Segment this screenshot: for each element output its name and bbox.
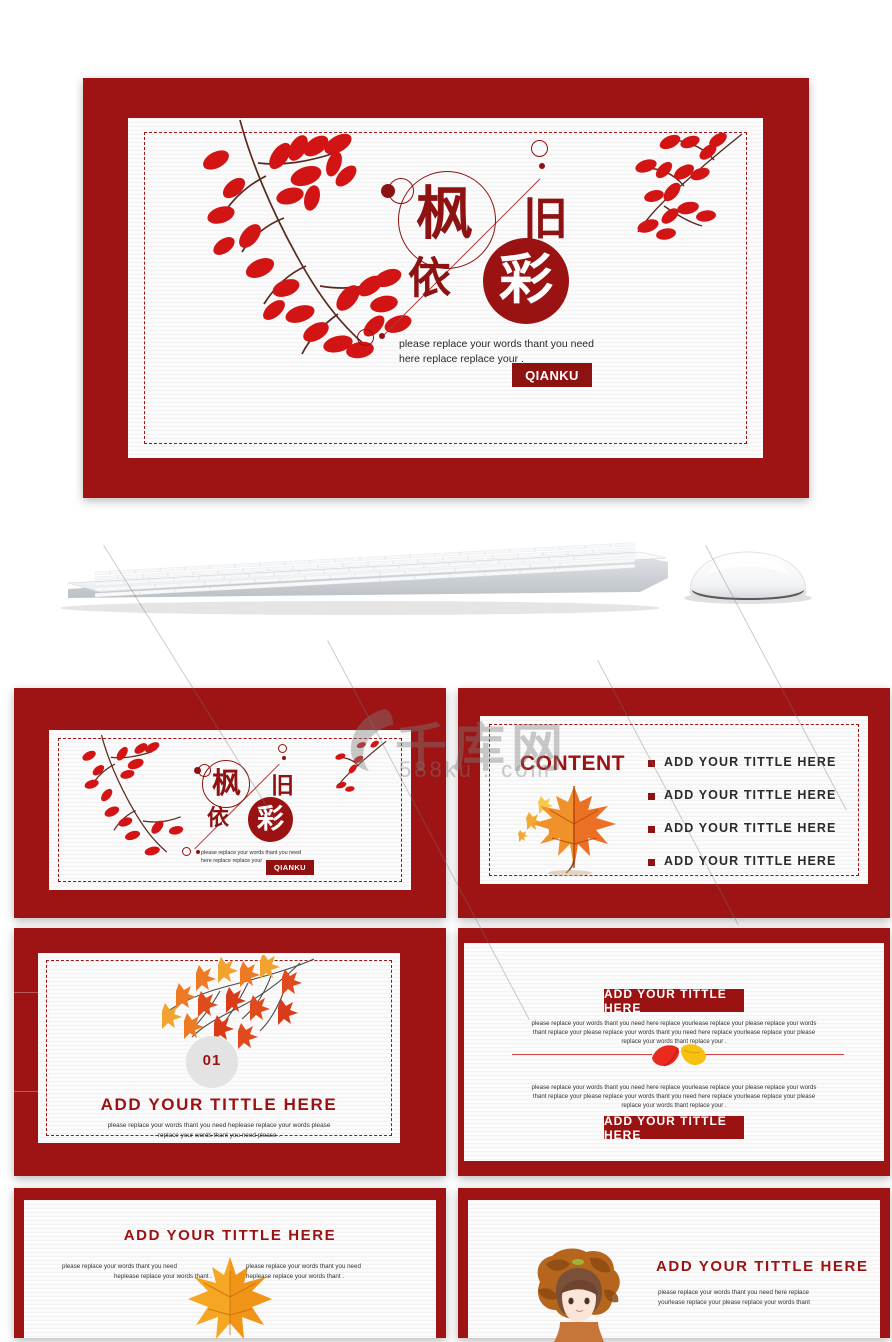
thumb-two-columns-left-line-1: please replace your words thant you need <box>62 1263 177 1270</box>
thumb-two-blocks-paper: ADD YOUR TITTLE HERE please replace your… <box>464 943 884 1161</box>
thumb-title-dot-bottomleft <box>196 850 200 854</box>
hero-slide-paper: 枫 旧 依 彩 please replace your words thant … <box>128 118 763 458</box>
thumb-title-dot-left <box>194 767 201 774</box>
thumbnail-slide-title[interactable]: 枫 旧 依 彩 please replace your words thant … <box>14 688 446 918</box>
hero-hanzi-jiu: 旧 <box>523 192 569 245</box>
thumb-image-right-body-line-1: please replace your words thant you need… <box>658 1289 810 1296</box>
thumb-two-blocks-bottom-line-2: thant replace your please replace your w… <box>532 1093 816 1100</box>
thumbnail-slide-two-blocks[interactable]: ADD YOUR TITTLE HERE please replace your… <box>458 928 890 1176</box>
hero-dot-topright <box>539 163 545 169</box>
thumb-red-leaf-branch-right-icon <box>335 740 387 792</box>
hero-caption-line-1: please replace your words thant you need <box>399 338 594 350</box>
thumb-two-blocks-top-line-2: thant replace your please replace your w… <box>532 1029 816 1036</box>
thumb-two-columns-left-line-2: heplease replace your words thant . <box>113 1273 212 1280</box>
thumb-content-bullet-4 <box>648 859 655 866</box>
thumb-title-caption-line-1: please replace your words thant you need <box>201 850 302 856</box>
hero-caption-line-2: here replace replace your . <box>399 353 524 365</box>
maple-tree-illustration <box>518 786 616 876</box>
thumb-two-columns-title: ADD YOUR TITTLE HERE <box>123 1227 337 1244</box>
thumb-content-item-2[interactable]: ADD YOUR TITTLE HERE <box>664 788 836 802</box>
thumb-section-title: ADD YOUR TITTLE HERE <box>100 1095 338 1114</box>
thumbnail-slide-content[interactable]: CONTENT ADD YOUR TITTLE HERE ADD YOUR TI… <box>458 688 890 918</box>
thumb-title-hanzi-yi: 依 <box>207 806 230 831</box>
thumb-content-bullet-1 <box>648 760 655 767</box>
thumb-two-columns-paper: ADD YOUR TITTLE HERE please replace your… <box>24 1200 436 1339</box>
thumb-two-blocks-pill-top[interactable]: ADD YOUR TITTLE HERE <box>604 987 744 1015</box>
hero-qianku-button[interactable]: QIANKU <box>512 363 592 387</box>
thumb-content-item-1[interactable]: ADD YOUR TITTLE HERE <box>664 755 836 769</box>
thumb-title-dot-topright <box>282 756 286 760</box>
thumbnail-slide-image-right[interactable]: ADD YOUR TITTLE HERE please replace your… <box>458 1188 890 1342</box>
thumb-content-heading: CONTENT <box>520 752 625 775</box>
hero-ring-bottomleft <box>357 329 374 346</box>
keyboard-and-mouse-illustration <box>60 542 812 615</box>
thumb-title-ring-topright <box>278 744 287 753</box>
thumb-two-columns-right-line-1: please replace your words thant you need <box>246 1263 361 1270</box>
thumb-image-right-title: ADD YOUR TITTLE HERE <box>656 1258 869 1275</box>
thumb-title-hanzi-jiu: 旧 <box>271 773 294 799</box>
thumb-content-item-4[interactable]: ADD YOUR TITTLE HERE <box>664 854 836 868</box>
thumb-section-body-line-2: replace your words thant you need please… <box>157 1132 281 1139</box>
girl-with-leaf-hood-illustration <box>537 1248 620 1342</box>
thumb-two-blocks-pill-bottom[interactable]: ADD YOUR TITTLE HERE <box>604 1114 744 1142</box>
thumbnail-slide-two-columns[interactable]: ADD YOUR TITTLE HERE please replace your… <box>14 1188 446 1339</box>
thumb-title-hanzi-cai: 彩 <box>257 804 284 835</box>
hero-dot-left <box>381 184 395 198</box>
thumb-title-hanzi-feng: 枫 <box>212 766 242 800</box>
thumb-two-blocks-top-line-1: please replace your words thant you need… <box>531 1020 817 1027</box>
thumb-two-blocks-divider-right <box>704 1054 844 1056</box>
thumb-two-blocks-bottom-line-1: please replace your words thant you need… <box>531 1084 817 1091</box>
thumb-two-blocks-divider-left <box>512 1054 652 1056</box>
hero-hanzi-feng: 枫 <box>416 181 473 247</box>
thumb-title-ring-bottomleft <box>182 847 191 856</box>
thumb-content-paper: CONTENT ADD YOUR TITTLE HERE ADD YOUR TI… <box>480 716 868 884</box>
thumb-red-leaf-branch-left-icon <box>82 734 184 856</box>
thumb-two-blocks-bottom-line-3: replace your words thant replace your . <box>621 1102 727 1109</box>
hero-hanzi-cai: 彩 <box>499 248 553 311</box>
hero-ring-topright <box>531 140 548 157</box>
thumb-image-right-body-line-2: yourlease replace your please replace yo… <box>658 1299 811 1306</box>
hero-hanzi-yi: 依 <box>408 254 451 304</box>
thumb-content-item-3[interactable]: ADD YOUR TITTLE HERE <box>664 821 836 835</box>
thumb-title-caption-line-2: here replace replace your <box>201 858 263 864</box>
thumb-section-body-line-1: please replace your words thant you need… <box>107 1122 331 1129</box>
thumb-two-blocks-top-line-3: replace your words thant replace your . <box>621 1038 727 1045</box>
thumb-section-number: 01 <box>202 1052 222 1069</box>
thumb-two-columns-right-line-2: heplease replace your words thant . <box>246 1273 345 1280</box>
hero-dot-bottomleft <box>379 333 385 339</box>
red-leaf-branch-right-icon <box>635 132 743 240</box>
thumb-content-bullet-2 <box>648 793 655 800</box>
thumb-content-bullet-3 <box>648 826 655 833</box>
thumb-title-paper: 枫 旧 依 彩 please replace your words thant … <box>49 730 411 890</box>
device-photo-band <box>0 520 892 665</box>
thumbnail-slide-section-01[interactable]: 01 ADD YOUR TITTLE HERE please replace y… <box>12 928 446 1176</box>
thumb-title-qianku-button[interactable]: QIANKU <box>266 860 314 875</box>
thumb-image-right-paper: ADD YOUR TITTLE HERE please replace your… <box>468 1200 880 1342</box>
red-leaf-branch-left-icon <box>203 119 412 359</box>
hero-slide: 枫 旧 依 彩 please replace your words thant … <box>83 78 809 498</box>
